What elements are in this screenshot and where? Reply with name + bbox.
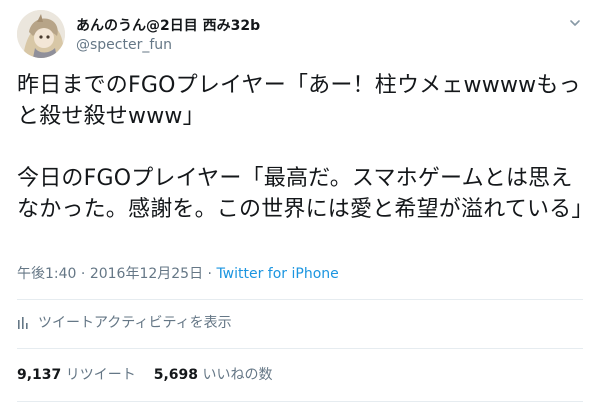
retweets-label: リツイート	[65, 367, 136, 383]
avatar-illustration-icon	[17, 10, 65, 58]
tweet-stats: 9,137 リツイート 5,698 いいねの数	[17, 366, 273, 384]
tweet-meta: 午後1:40 · 2016年12月25日 · Twitter for iPhon…	[17, 265, 339, 283]
tweet-paragraph-1: 昨日までのFGOプレイヤー「あー！柱ウメェwwwwもっと殺せ殺せwww」	[17, 73, 581, 129]
retweets-count: 9,137	[17, 367, 62, 383]
author-handle[interactable]: @specter_fun	[76, 36, 172, 54]
tweet-paragraph-2: 今日のFGOプレイヤー「最高だ。スマホゲームとは思えなかった。感謝を。この世界に…	[17, 166, 594, 222]
likes-count: 5,698	[153, 367, 199, 383]
meta-separator: ·	[203, 266, 217, 282]
tweet-activity-link[interactable]: ツイートアクティビティを表示	[17, 314, 232, 332]
tweet-activity-label: ツイートアクティビティを表示	[38, 315, 232, 331]
tweet-date[interactable]: 2016年12月25日	[90, 266, 203, 282]
author-display-name[interactable]: あんのうん@2日目 西み32b	[76, 17, 260, 35]
meta-separator: ·	[76, 266, 90, 282]
likes-label: いいねの数	[202, 367, 273, 383]
likes-stat[interactable]: 5,698 いいねの数	[154, 367, 273, 383]
tweet-source-link[interactable]: Twitter for iPhone	[216, 266, 338, 282]
divider	[17, 299, 583, 300]
chevron-down-icon[interactable]	[568, 15, 582, 29]
retweets-stat[interactable]: 9,137 リツイート	[17, 367, 136, 383]
divider	[17, 348, 583, 349]
bar-chart-icon	[18, 317, 28, 329]
tweet-time[interactable]: 午後1:40	[17, 266, 76, 282]
tweet-text: 昨日までのFGOプレイヤー「あー！柱ウメェwwwwもっと殺せ殺せwww」 今日の…	[17, 70, 594, 225]
avatar[interactable]	[17, 10, 65, 58]
